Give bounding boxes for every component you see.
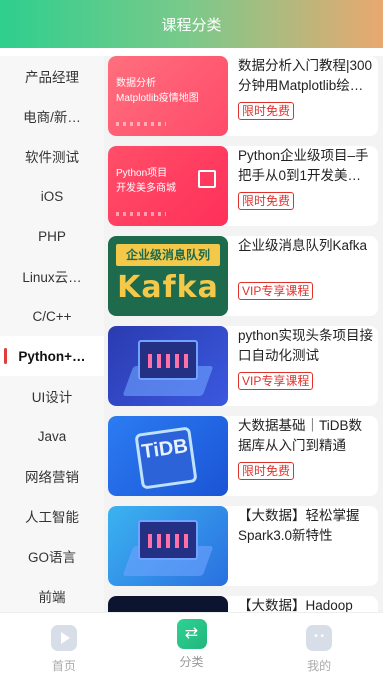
sidebar-item-linux-cloud[interactable]: Linux云…	[0, 256, 104, 296]
sidebar-item-label: Linux云…	[22, 270, 82, 285]
thumbnail-caption: 数据分析 Matplotlib疫情地图	[116, 78, 199, 104]
sidebar-item-go[interactable]: GO语言	[0, 536, 104, 576]
tidb-cube-logo: TiDB	[134, 426, 198, 490]
sidebar-item-label: 软件测试	[25, 150, 79, 165]
course-card[interactable]: TiDB 大数据基础｜TiDB数据库从入门到精通 限时免费	[108, 416, 378, 496]
course-card[interactable]: 【大数据】Hadoop	[108, 596, 378, 612]
header: 课程分类	[0, 0, 383, 48]
course-title: 大数据基础｜TiDB数据库从入门到精通	[238, 418, 362, 453]
tab-profile[interactable]: 我的	[255, 613, 383, 676]
sidebar-item-label: 人工智能	[25, 510, 79, 525]
course-card[interactable]: 【大数据】轻松掌握Spark3.0新特性	[108, 506, 378, 586]
sidebar-item-marketing[interactable]: 网络营销	[0, 456, 104, 496]
course-tag: 限时免费	[238, 102, 295, 120]
sidebar-item-c-cpp[interactable]: C/C++	[0, 296, 104, 336]
course-card[interactable]: Python项目 开发美多商城 Python企业级项目–手把手从0到1开发美多商…	[108, 146, 378, 226]
sidebar-item-label: PHP	[38, 228, 66, 244]
shopping-bag-icon	[198, 170, 216, 188]
sidebar-item-java[interactable]: Java	[0, 416, 104, 456]
page-title: 课程分类	[161, 16, 222, 34]
sidebar-item-php[interactable]: PHP	[0, 216, 104, 256]
course-thumbnail: Python项目 开发美多商城	[108, 146, 228, 226]
course-title: 【大数据】Hadoop	[238, 598, 353, 612]
course-title: python实现头条项目接口自动化测试	[238, 328, 374, 363]
course-thumbnail: TiDB	[108, 416, 228, 496]
sidebar-item-label: 前端	[38, 590, 66, 605]
course-thumbnail	[108, 596, 228, 612]
sidebar-item-ai[interactable]: 人工智能	[0, 496, 104, 536]
sidebar-item-label: C/C++	[32, 308, 72, 324]
sidebar-item-label: Python+…	[18, 348, 86, 364]
category-sidebar[interactable]: 产品经理 电商/新… 软件测试 iOS PHP Linux云… C/C++ Py…	[0, 56, 104, 612]
bottom-tab-bar: 首页 分类 我的	[0, 612, 383, 676]
sidebar-item-label: iOS	[40, 188, 64, 204]
course-thumbnail	[108, 326, 228, 406]
course-tag: VIP专享课程	[238, 372, 314, 390]
course-title: Python企业级项目–手把手从0到1开发美多商城	[238, 148, 369, 183]
thumbnail-caption: 企业级消息队列	[116, 244, 220, 266]
course-thumbnail: 企业级消息队列 Kafka	[108, 236, 228, 316]
tab-label: 首页	[51, 659, 76, 673]
course-tag: 限时免费	[238, 192, 295, 210]
tab-category[interactable]: 分类	[128, 613, 256, 676]
course-thumbnail: 数据分析 Matplotlib疫情地图	[108, 56, 228, 136]
sidebar-item-label: 产品经理	[25, 70, 79, 85]
thumbnail-logo-text: Kafka	[117, 270, 219, 305]
sidebar-item-python[interactable]: Python+…	[0, 336, 104, 376]
course-card[interactable]: 企业级消息队列 Kafka 企业级消息队列Kafka VIP专享课程	[108, 236, 378, 316]
tab-label: 我的	[307, 659, 332, 673]
sidebar-item-ui-design[interactable]: UI设计	[0, 376, 104, 416]
thumbnail-caption: Python项目 开发美多商城	[116, 168, 176, 194]
course-card[interactable]: 数据分析 Matplotlib疫情地图 数据分析入门教程|300分钟用Matpl…	[108, 56, 378, 136]
course-title: 数据分析入门教程|300分钟用Matplotlib绘制疫情地图	[238, 58, 373, 93]
sidebar-item-product-manager[interactable]: 产品经理	[0, 56, 104, 96]
monitor-illustration	[138, 340, 198, 380]
sidebar-item-label: UI设计	[31, 390, 73, 405]
sidebar-item-label: GO语言	[27, 550, 76, 565]
sidebar-item-label: Java	[37, 428, 67, 444]
course-tag: 限时免费	[238, 462, 295, 480]
sidebar-item-frontend[interactable]: 前端	[0, 576, 104, 612]
sidebar-item-ecommerce[interactable]: 电商/新…	[0, 96, 104, 136]
course-list[interactable]: 数据分析 Matplotlib疫情地图 数据分析入门教程|300分钟用Matpl…	[104, 56, 383, 612]
play-icon	[50, 625, 77, 651]
sidebar-item-software-testing[interactable]: 软件测试	[0, 136, 104, 176]
category-icon	[176, 619, 207, 649]
course-thumbnail	[108, 506, 228, 586]
course-title: 【大数据】轻松掌握Spark3.0新特性	[238, 508, 360, 543]
server-illustration	[138, 520, 198, 560]
sidebar-item-label: 电商/新…	[23, 110, 81, 125]
decorative-dots	[116, 122, 166, 126]
tab-label: 分类	[179, 655, 204, 669]
course-title: 企业级消息队列Kafka	[238, 238, 368, 253]
decorative-dots	[116, 212, 166, 216]
profile-icon	[306, 625, 333, 651]
sidebar-item-label: 网络营销	[25, 470, 79, 485]
tab-home[interactable]: 首页	[0, 613, 128, 676]
course-tag: VIP专享课程	[238, 282, 314, 300]
course-card[interactable]: python实现头条项目接口自动化测试 VIP专享课程	[108, 326, 378, 406]
sidebar-item-ios[interactable]: iOS	[0, 176, 104, 216]
